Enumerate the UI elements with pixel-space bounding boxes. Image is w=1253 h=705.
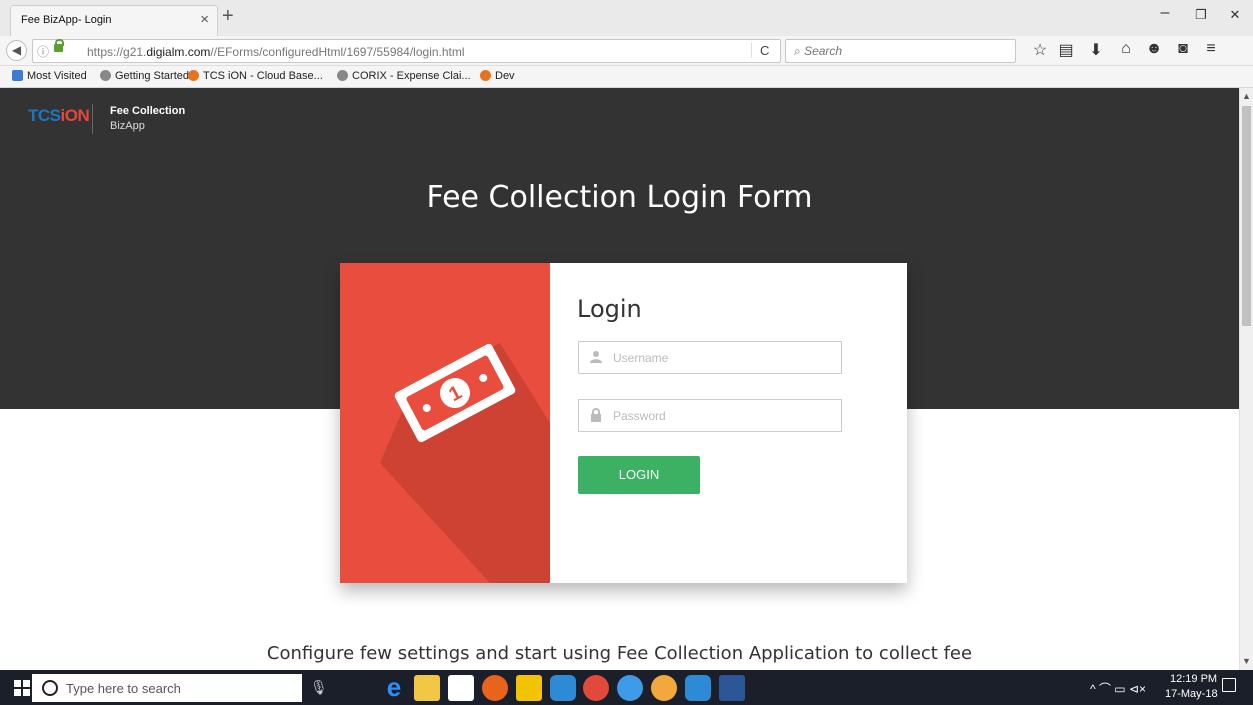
reading-list-icon[interactable]: ▤ — [1055, 40, 1077, 60]
home-icon[interactable]: ⌂ — [1115, 40, 1137, 58]
bookmark-label: Dev — [495, 70, 515, 82]
tab-strip: Fee BizApp- Login × + – ❐ ✕ — [0, 0, 1253, 36]
scroll-down-icon[interactable]: ▼ — [1242, 656, 1251, 666]
url-prefix: https://g21. — [87, 45, 147, 59]
search-bar[interactable]: ⌕ Search — [785, 39, 1016, 63]
info-icon[interactable]: ⓘ — [37, 43, 49, 60]
word-icon[interactable] — [719, 675, 745, 701]
bookmark-dev[interactable]: Dev — [480, 70, 515, 82]
login-card: 1 Login Username Password LOGIN — [340, 263, 907, 583]
restore-button[interactable]: ❐ — [1186, 7, 1216, 23]
clock-date[interactable]: 17-May-18 — [1165, 688, 1218, 700]
back-button[interactable]: ◀ — [6, 40, 27, 61]
globe-icon — [337, 70, 348, 81]
page-content: TCSiON Fee Collection BizApp Fee Collect… — [0, 88, 1239, 670]
download-icon[interactable]: ⬇ — [1085, 40, 1107, 60]
bookmark-label: TCS iON - Cloud Base... — [203, 70, 323, 82]
search-placeholder: ⌕ Search — [794, 44, 842, 59]
search-icon: ⌕ — [794, 44, 805, 58]
chrome-icon[interactable] — [583, 675, 609, 701]
taskbar: Type here to search 🎙 e ^ ⌒ ▭ ⊲× 12:19 P… — [0, 670, 1253, 705]
app-name: Fee Collection — [110, 105, 186, 117]
bookmark-tcs-ion[interactable]: TCS iON - Cloud Base... — [188, 70, 323, 82]
scrollbar-thumb[interactable] — [1242, 106, 1251, 326]
bookmark-corix[interactable]: CORIX - Expense Clai... — [337, 70, 471, 82]
tcs-ion-logo[interactable]: TCSiON — [28, 106, 90, 126]
browser-tab[interactable]: Fee BizApp- Login × — [10, 5, 218, 36]
clock-time[interactable]: 12:19 PM — [1170, 673, 1217, 685]
pocket-icon[interactable]: ◙ — [1172, 40, 1194, 58]
windows-start-icon[interactable] — [14, 680, 30, 696]
vertical-scrollbar[interactable]: ▲ ▼ — [1239, 88, 1253, 670]
url-text[interactable]: https://g21.digialm.com//EForms/configur… — [87, 45, 465, 59]
login-title: Login — [577, 295, 642, 323]
taskbar-search-placeholder: Type here to search — [66, 681, 181, 696]
search-placeholder-text: Search — [804, 44, 843, 58]
url-bar[interactable]: ⓘ https://g21.digialm.com//EForms/config… — [32, 39, 781, 63]
notification-icon[interactable] — [1222, 678, 1236, 692]
sticky-notes-icon[interactable] — [516, 675, 542, 701]
app-subtitle: BizApp — [110, 120, 145, 132]
bookmark-getting-started[interactable]: Getting Started — [100, 70, 189, 82]
cortana-icon — [42, 680, 58, 696]
network-app-icon[interactable] — [617, 675, 643, 701]
back-arrow-icon: ◀ — [11, 43, 22, 57]
password-placeholder: Password — [613, 409, 666, 423]
taskbar-search-box[interactable]: Type here to search — [32, 674, 302, 702]
username-placeholder: Username — [613, 351, 669, 365]
file-explorer-icon[interactable] — [414, 675, 440, 701]
new-tab-button[interactable]: + — [222, 5, 234, 28]
bookmarks-bar: Most Visited Getting Started TCS iON - C… — [0, 66, 1253, 88]
card-illustration-panel: 1 — [340, 263, 550, 583]
lock-icon — [54, 39, 64, 52]
bookmark-label: CORIX - Expense Clai... — [352, 70, 471, 82]
logo-ion: iON — [60, 106, 90, 125]
tab-title: Fee BizApp- Login — [21, 14, 112, 26]
edge-icon[interactable]: e — [381, 674, 407, 701]
ideas-app-icon[interactable] — [651, 675, 677, 701]
chat-app-icon-2[interactable] — [685, 675, 711, 701]
lock-icon — [591, 408, 601, 422]
tcs-icon — [188, 70, 199, 81]
close-window-button[interactable]: ✕ — [1220, 7, 1250, 23]
chat-app-icon[interactable] — [550, 675, 576, 701]
tcs-icon — [480, 70, 491, 81]
page-title: Fee Collection Login Form — [426, 180, 813, 215]
logo-divider — [92, 104, 93, 134]
store-icon[interactable] — [448, 675, 474, 701]
firefox-icon[interactable] — [482, 675, 508, 701]
tagline: Configure few settings and start using F… — [0, 643, 1239, 664]
globe-icon — [100, 70, 111, 81]
bookmark-label: Most Visited — [27, 70, 87, 82]
user-icon — [590, 351, 602, 363]
url-domain: digialm.com — [146, 45, 211, 59]
money-illustration: 1 — [380, 343, 550, 583]
url-path: //EForms/configuredHtml/1697/55984/login… — [210, 45, 465, 59]
microphone-icon[interactable]: 🎙 — [310, 679, 328, 696]
chat-icon[interactable]: ☻ — [1143, 40, 1165, 58]
minimize-button[interactable]: – — [1150, 4, 1180, 22]
scroll-up-icon[interactable]: ▲ — [1242, 91, 1251, 101]
password-field[interactable]: Password — [578, 399, 842, 432]
star-icon[interactable]: ☆ — [1029, 40, 1051, 60]
username-field[interactable]: Username — [578, 341, 842, 374]
system-tray[interactable]: ^ ⌒ ▭ ⊲× — [1090, 680, 1146, 697]
most-visited-icon — [12, 70, 23, 81]
logo-tcs: TCS — [28, 106, 61, 125]
bookmark-label: Getting Started — [115, 70, 189, 82]
tagline-start: Configure few settings and start using — [266, 643, 617, 664]
reload-icon[interactable]: C — [751, 43, 769, 58]
menu-icon[interactable]: ≡ — [1200, 40, 1222, 58]
tab-close-icon[interactable]: × — [200, 11, 209, 28]
tagline-app: Fee Collection Application — [616, 643, 850, 664]
login-button[interactable]: LOGIN — [578, 456, 700, 494]
bookmark-most-visited[interactable]: Most Visited — [12, 70, 87, 82]
tagline-end: to collect fee — [849, 643, 973, 664]
